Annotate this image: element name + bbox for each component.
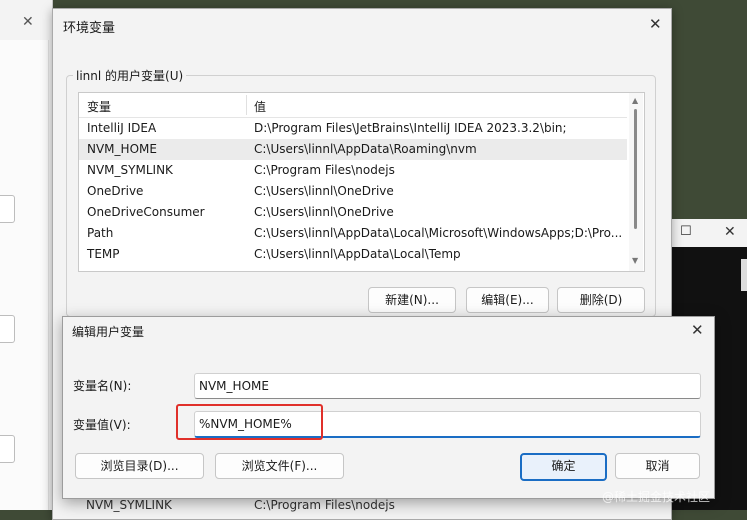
watermark: @稀土掘金技术社区 (602, 490, 711, 504)
close-icon[interactable]: ✕ (22, 14, 34, 30)
column-header-value[interactable]: 值 (254, 98, 266, 115)
close-icon[interactable]: ✕ (649, 15, 662, 33)
table-row[interactable]: Path C:\Users\linnl\AppData\Local\Micros… (79, 223, 627, 244)
variable-name-text: NVM_HOME (199, 379, 269, 393)
maximize-icon[interactable]: ☐ (680, 224, 692, 239)
cancel-button[interactable]: 取消 (615, 453, 700, 479)
table-header: 变量 值 (79, 93, 627, 118)
variable-name: NVM_HOME (87, 142, 157, 156)
table-row[interactable]: IntelliJ IDEA D:\Program Files\JetBrains… (79, 118, 627, 139)
variable-name: NVM_SYMLINK (87, 163, 173, 177)
scrollbar-thumb[interactable] (634, 109, 637, 229)
background-field (0, 315, 15, 343)
column-header-name[interactable]: 变量 (87, 98, 111, 115)
ok-button[interactable]: 确定 (520, 453, 607, 481)
close-icon[interactable]: ✕ (691, 321, 704, 339)
dialog-title: 环境变量 (63, 21, 116, 36)
variable-name: IntelliJ IDEA (87, 121, 157, 135)
variable-name-label: 变量名(N): (73, 379, 132, 393)
edit-button[interactable]: 编辑(E)... (466, 287, 549, 313)
variable-name: Path (87, 226, 114, 240)
group-label: linnl 的用户变量(U) (73, 67, 187, 84)
variables-table[interactable]: 变量 值 IntelliJ IDEA D:\Program Files\JetB… (78, 92, 645, 272)
table-row[interactable]: NVM_SYMLINK C:\Program Files\nodejs (79, 160, 627, 181)
scroll-down-icon[interactable]: ▼ (632, 256, 638, 265)
column-separator[interactable] (246, 95, 247, 115)
variable-value: C:\Users\linnl\AppData\Local\Temp (254, 247, 461, 261)
browse-file-button[interactable]: 浏览文件(F)... (215, 453, 344, 479)
variable-name-field[interactable]: NVM_HOME (194, 373, 701, 399)
background-window-left: ✕ (0, 0, 53, 510)
variable-value: D:\Program Files\JetBrains\IntelliJ IDEA… (254, 121, 567, 135)
new-button[interactable]: 新建(N)... (368, 287, 456, 313)
table-row[interactable]: OneDriveConsumer C:\Users\linnl\OneDrive (79, 202, 627, 223)
annotation-highlight-box (176, 404, 323, 440)
variable-value: C:\Program Files\nodejs (254, 163, 395, 177)
variable-value: C:\Users\linnl\OneDrive (254, 205, 394, 219)
background-field (0, 435, 15, 463)
variable-value: C:\Users\linnl\AppData\Roaming\nvm (254, 142, 477, 156)
variable-name: TEMP (87, 247, 120, 261)
variable-value: C:\Users\linnl\AppData\Local\Microsoft\W… (254, 226, 623, 240)
edit-user-variable-dialog: 编辑用户变量 ✕ 变量名(N): NVM_HOME 变量值(V): %NVM_H… (62, 316, 715, 499)
vertical-scrollbar[interactable]: ▲ ▼ (629, 93, 643, 271)
background-field (0, 195, 15, 223)
dialog-title: 编辑用户变量 (72, 325, 145, 339)
variable-value-label: 变量值(V): (73, 418, 131, 432)
table-row[interactable]: TEMP C:\Users\linnl\AppData\Local\Temp (79, 244, 627, 265)
browse-directory-button[interactable]: 浏览目录(D)... (75, 453, 204, 479)
variable-value: C:\Users\linnl\OneDrive (254, 184, 394, 198)
close-icon[interactable]: ✕ (724, 224, 736, 240)
scroll-up-icon[interactable]: ▲ (632, 96, 638, 105)
variable-name: OneDrive (87, 184, 144, 198)
delete-button[interactable]: 删除(D) (557, 287, 645, 313)
variable-name: OneDriveConsumer (87, 205, 205, 219)
table-row-selected[interactable]: NVM_HOME C:\Users\linnl\AppData\Roaming\… (79, 139, 627, 160)
scrollbar[interactable] (741, 259, 747, 291)
table-row[interactable]: OneDrive C:\Users\linnl\OneDrive (79, 181, 627, 202)
